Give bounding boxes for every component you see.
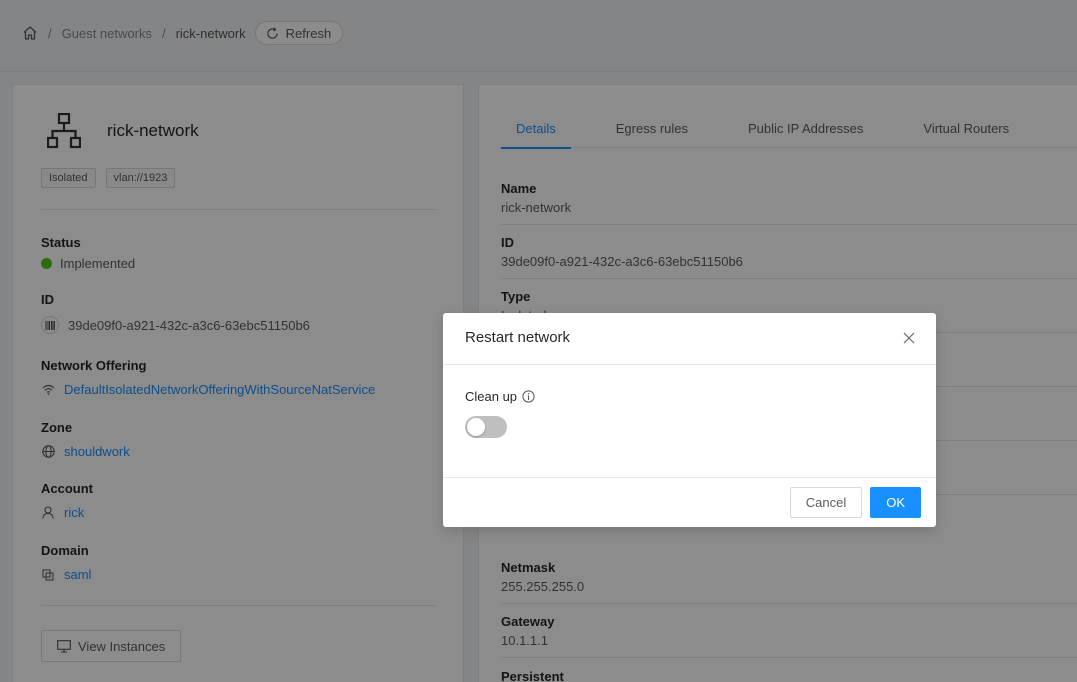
modal-title: Restart network [465,329,571,346]
modal-header: Restart network [443,313,936,365]
modal-footer: Cancel OK [443,477,936,527]
cleanup-toggle[interactable] [465,416,507,438]
cleanup-label: Clean up [465,389,518,404]
cleanup-field: Clean up [465,389,914,404]
toggle-knob [467,418,485,436]
cancel-button[interactable]: Cancel [789,487,863,518]
ok-button[interactable]: OK [870,487,921,518]
modal-body: Clean up [443,365,936,478]
close-icon[interactable] [902,331,916,345]
info-icon[interactable] [522,390,535,403]
restart-network-dialog: Restart network Clean up Cancel OK [443,313,936,527]
